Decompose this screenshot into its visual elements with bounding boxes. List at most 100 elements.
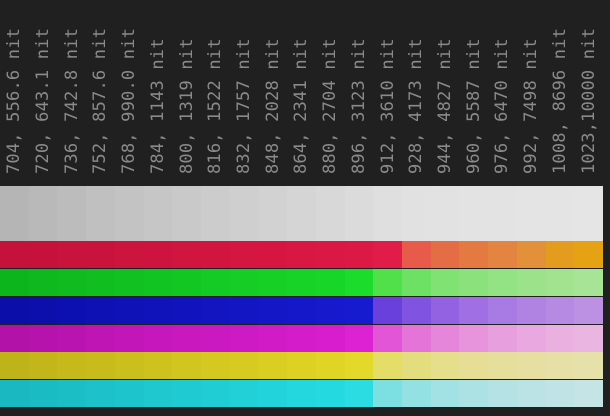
column-label: 752, 857.6 nit — [86, 0, 115, 180]
column-label: 1023,10000 nit — [574, 0, 603, 180]
white-swatch-row — [0, 186, 603, 241]
column-label: 768, 990.0 nit — [115, 0, 144, 180]
white-swatch — [574, 186, 603, 241]
white-swatch — [488, 186, 517, 241]
green-swatch — [0, 269, 29, 296]
magenta-swatch — [287, 325, 316, 352]
white-swatch — [459, 186, 488, 241]
white-swatch — [29, 186, 57, 241]
cyan-swatch — [459, 380, 488, 407]
cyan-swatch — [0, 380, 29, 407]
green-swatch — [402, 269, 431, 296]
cyan-swatch — [258, 380, 287, 407]
red-swatch — [115, 241, 144, 268]
yellow-swatch — [258, 352, 287, 379]
yellow-swatch — [517, 352, 546, 379]
green-swatch — [431, 269, 459, 296]
green-swatch — [517, 269, 546, 296]
yellow-swatch — [86, 352, 115, 379]
white-swatch — [201, 186, 230, 241]
magenta-swatch — [201, 325, 230, 352]
cyan-swatch — [373, 380, 402, 407]
blue-swatch — [373, 297, 402, 324]
blue-swatch — [574, 297, 603, 324]
yellow-swatch — [57, 352, 86, 379]
white-swatch — [287, 186, 316, 241]
blue-swatch — [258, 297, 287, 324]
white-swatch — [86, 186, 115, 241]
yellow-swatch — [345, 352, 373, 379]
column-label: 832, 1757 nit — [230, 0, 259, 180]
column-label-text: 800, 1319 nit — [176, 38, 197, 174]
red-swatch — [57, 241, 86, 268]
column-label: 992, 7498 nit — [517, 0, 546, 180]
cyan-swatch — [517, 380, 546, 407]
column-label: 848, 2028 nit — [258, 0, 287, 180]
column-label: 1008, 8696 nit — [546, 0, 575, 180]
white-swatch — [230, 186, 258, 241]
blue-swatch — [230, 297, 258, 324]
blue-swatch — [402, 297, 431, 324]
blue-swatch — [488, 297, 517, 324]
column-label-text: 896, 3123 nit — [348, 38, 369, 174]
column-label-text: 784, 1143 nit — [147, 38, 168, 174]
yellow-swatch — [574, 352, 603, 379]
red-swatch — [459, 241, 488, 268]
green-swatch — [230, 269, 258, 296]
yellow-swatch — [402, 352, 431, 379]
magenta-swatch-row — [0, 325, 603, 352]
magenta-swatch — [517, 325, 546, 352]
red-swatch — [258, 241, 287, 268]
cyan-swatch — [431, 380, 459, 407]
column-label: 704, 556.6 nit — [0, 0, 29, 180]
magenta-swatch — [488, 325, 517, 352]
red-swatch-row — [0, 241, 603, 268]
blue-swatch — [0, 297, 29, 324]
column-label: 784, 1143 nit — [144, 0, 173, 180]
column-label-text: 912, 3610 nit — [377, 38, 398, 174]
green-swatch — [201, 269, 230, 296]
cyan-swatch — [29, 380, 57, 407]
column-label-text: 928, 4173 nit — [406, 38, 427, 174]
column-label-text: 976, 6470 nit — [492, 38, 513, 174]
cyan-swatch — [402, 380, 431, 407]
yellow-swatch — [316, 352, 345, 379]
magenta-swatch — [86, 325, 115, 352]
blue-swatch — [86, 297, 115, 324]
green-swatch — [287, 269, 316, 296]
white-swatch — [546, 186, 574, 241]
magenta-swatch — [373, 325, 402, 352]
magenta-swatch — [546, 325, 574, 352]
blue-swatch — [144, 297, 172, 324]
red-swatch — [517, 241, 546, 268]
yellow-swatch — [459, 352, 488, 379]
cyan-swatch — [115, 380, 144, 407]
cyan-swatch — [86, 380, 115, 407]
cyan-swatch — [144, 380, 172, 407]
column-label-text: 816, 1522 nit — [205, 38, 226, 174]
column-label-text: 864, 2341 nit — [291, 38, 312, 174]
red-swatch — [172, 241, 201, 268]
column-label-text: 752, 857.6 nit — [90, 27, 111, 174]
column-label: 720, 643.1 nit — [29, 0, 58, 180]
green-swatch — [459, 269, 488, 296]
green-swatch — [546, 269, 574, 296]
cyan-swatch — [316, 380, 345, 407]
blue-swatch — [29, 297, 57, 324]
column-label: 976, 6470 nit — [488, 0, 517, 180]
yellow-swatch — [115, 352, 144, 379]
white-swatch — [373, 186, 402, 241]
column-label-text: 960, 5587 nit — [463, 38, 484, 174]
column-label-text: 992, 7498 nit — [521, 38, 542, 174]
column-label: 912, 3610 nit — [373, 0, 402, 180]
red-swatch — [201, 241, 230, 268]
white-swatch — [345, 186, 373, 241]
red-swatch — [0, 241, 29, 268]
green-swatch — [345, 269, 373, 296]
cyan-swatch — [287, 380, 316, 407]
white-swatch — [57, 186, 86, 241]
column-label-text: 736, 742.8 nit — [61, 27, 82, 174]
magenta-swatch — [431, 325, 459, 352]
magenta-swatch — [230, 325, 258, 352]
magenta-swatch — [0, 325, 29, 352]
